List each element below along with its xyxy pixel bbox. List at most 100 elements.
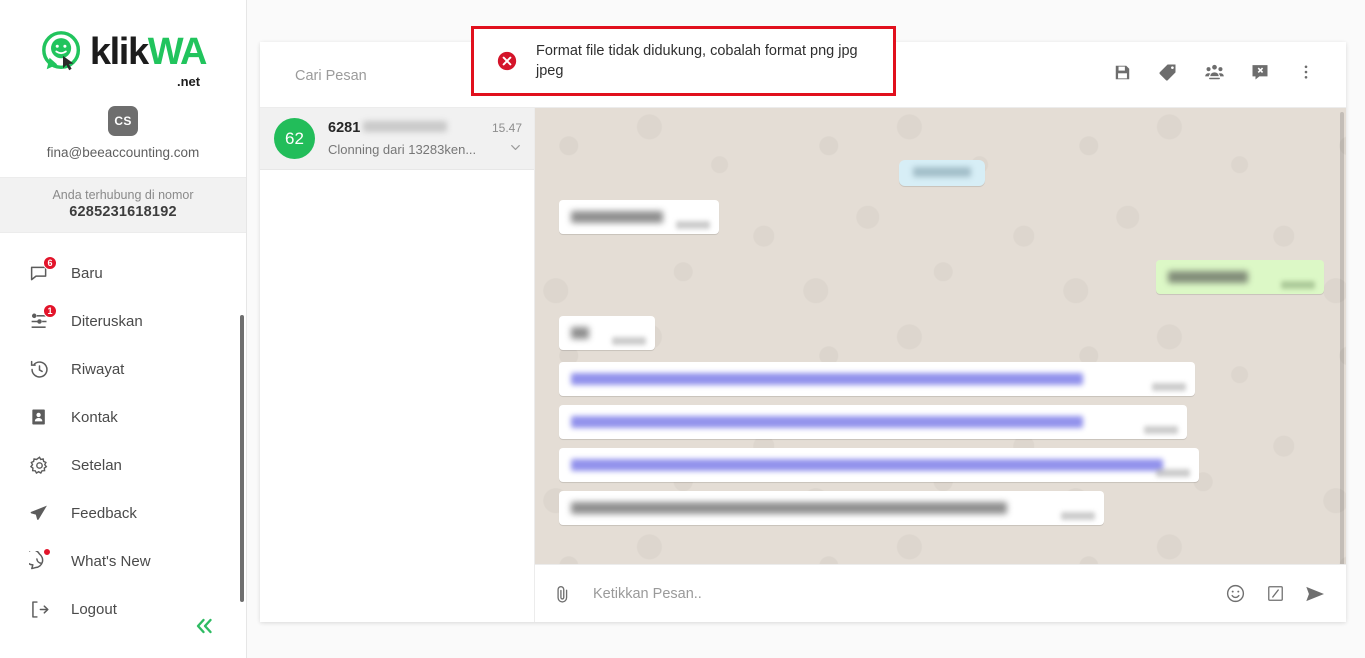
paperclip-icon[interactable] <box>549 581 575 607</box>
sidebar-item-riwayat[interactable]: Riwayat <box>0 345 246 393</box>
sidebar-dot-whats-new <box>43 548 51 556</box>
main-panel: 62 6281 15.47 Clonning dari 13283ken... <box>260 42 1346 622</box>
tag-label-icon[interactable] <box>1156 59 1180 85</box>
logo-text-suffix: WA <box>147 31 208 73</box>
message-row <box>559 160 1324 186</box>
redacted-link[interactable] <box>571 372 1083 385</box>
logout-icon <box>28 598 50 620</box>
sidebar-item-setelan[interactable]: Setelan <box>0 441 246 489</box>
chat-avatar: 62 <box>274 118 315 159</box>
composer-actions <box>1222 581 1328 607</box>
sidebar-item-whats-new[interactable]: What's New <box>0 537 246 585</box>
sidebar-scrollbar[interactable] <box>240 315 244 602</box>
message-bubble-link <box>559 362 1195 396</box>
message-bubble-incoming <box>559 491 1104 525</box>
app-window: klikWA .net CS fina@beeaccounting.com And… <box>0 0 1365 658</box>
error-toast[interactable]: Format file tidak didukung, cobalah form… <box>471 26 896 96</box>
message-bubble-link <box>559 448 1199 482</box>
contact-book-icon <box>28 406 50 428</box>
header-actions <box>1110 59 1318 85</box>
message-input[interactable] <box>587 576 1210 611</box>
chat-item-body: 6281 15.47 Clonning dari 13283ken... <box>328 120 522 157</box>
message-scroll-area[interactable] <box>535 108 1346 622</box>
redacted-text <box>571 501 1007 514</box>
conversation-panel <box>535 108 1346 622</box>
user-email: fina@beeaccounting.com <box>46 145 200 160</box>
gear-icon <box>28 454 50 476</box>
sidebar-item-baru[interactable]: 6 Baru <box>0 249 246 297</box>
message-time-redacted <box>1281 281 1315 289</box>
sidebar-label-feedback: Feedback <box>71 504 137 522</box>
history-clock-icon <box>28 358 50 380</box>
sidebar: klikWA .net CS fina@beeaccounting.com And… <box>0 0 247 658</box>
message-row <box>559 200 1324 234</box>
group-users-icon[interactable] <box>1202 59 1226 85</box>
close-chat-icon[interactable] <box>1248 59 1272 85</box>
conversation-scrollbar[interactable] <box>1340 112 1344 592</box>
message-composer <box>535 564 1346 622</box>
quick-reply-icon[interactable] <box>1262 581 1288 607</box>
vertical-dots-icon[interactable] <box>1294 59 1318 85</box>
sidebar-label-logout: Logout <box>71 600 117 618</box>
message-bubble-link <box>559 405 1187 439</box>
system-date-chip <box>898 160 985 186</box>
message-bubble-outgoing <box>1156 260 1324 294</box>
chat-list-item[interactable]: 62 6281 15.47 Clonning dari 13283ken... <box>260 108 534 170</box>
chat-item-top-row: 6281 15.47 <box>328 120 522 136</box>
sidebar-item-diteruskan[interactable]: 1 Diteruskan <box>0 297 246 345</box>
whatsapp-news-icon <box>28 548 51 572</box>
brand-header: klikWA .net CS fina@beeaccounting.com <box>0 0 246 160</box>
chat-contact-name: 6281 <box>328 120 361 136</box>
sidebar-nav: 6 Baru 1 Diteruskan Riwayat Kontak Setel… <box>0 249 246 633</box>
logo-tld: .net <box>176 74 201 89</box>
chat-list: 62 6281 15.47 Clonning dari 13283ken... <box>260 108 535 622</box>
chat-timestamp: 15.47 <box>491 121 522 135</box>
chat-item-bottom-row: Clonning dari 13283ken... <box>328 141 522 157</box>
logo: klikWA .net <box>0 26 246 88</box>
paper-plane-icon <box>28 502 50 524</box>
message-time-redacted <box>1156 469 1190 477</box>
message-time-redacted <box>676 221 710 229</box>
sidebar-label-diteruskan: Diteruskan <box>71 312 143 330</box>
message-time-redacted <box>1152 383 1186 391</box>
message-time-redacted <box>612 337 646 345</box>
send-arrow-icon[interactable] <box>1302 581 1328 607</box>
connected-number: 6285231618192 <box>69 204 177 220</box>
message-bubble-incoming <box>559 200 719 234</box>
message-row <box>559 260 1324 294</box>
redacted-text <box>571 210 663 223</box>
message-row <box>559 491 1324 525</box>
sidebar-label-kontak: Kontak <box>71 408 118 426</box>
sidebar-item-kontak[interactable]: Kontak <box>0 393 246 441</box>
double-chevron-left-icon[interactable] <box>192 614 216 642</box>
smiley-icon[interactable] <box>1222 581 1248 607</box>
logo-text-prefix: klik <box>89 31 149 73</box>
message-row <box>559 362 1324 396</box>
message-time-redacted <box>1061 512 1095 520</box>
connected-label: Anda terhubung di nomor <box>52 188 194 202</box>
message-row <box>559 448 1324 482</box>
redacted-link[interactable] <box>571 458 1163 471</box>
redacted-link[interactable] <box>571 415 1083 428</box>
sidebar-item-feedback[interactable]: Feedback <box>0 489 246 537</box>
save-floppy-icon[interactable] <box>1110 59 1134 85</box>
avatar: CS <box>108 106 138 136</box>
sidebar-badge-baru: 6 <box>43 256 57 270</box>
logo-wordmark: klikWA .net <box>89 31 208 88</box>
error-circle-x-icon <box>496 50 518 72</box>
sidebar-label-whats-new: What's New <box>71 552 151 570</box>
redacted-text <box>912 167 971 177</box>
redacted-text <box>1168 270 1248 283</box>
message-bubble-incoming <box>559 316 655 350</box>
message-row <box>559 316 1324 350</box>
sidebar-label-riwayat: Riwayat <box>71 360 125 378</box>
whatsapp-chat-cursor-logo-icon <box>40 29 86 75</box>
forwarded-icon: 1 <box>28 304 57 332</box>
sidebar-label-setelan: Setelan <box>71 456 122 474</box>
chevron-down-icon[interactable] <box>509 141 522 157</box>
connected-status: Anda terhubung di nomor 6285231618192 <box>0 177 246 233</box>
error-toast-message: Format file tidak didukung, cobalah form… <box>536 43 858 79</box>
chat-preview-text: Clonning dari 13283ken... <box>328 141 477 157</box>
new-message-icon: 6 <box>28 256 57 284</box>
chat-contact-name-redacted <box>363 121 448 132</box>
